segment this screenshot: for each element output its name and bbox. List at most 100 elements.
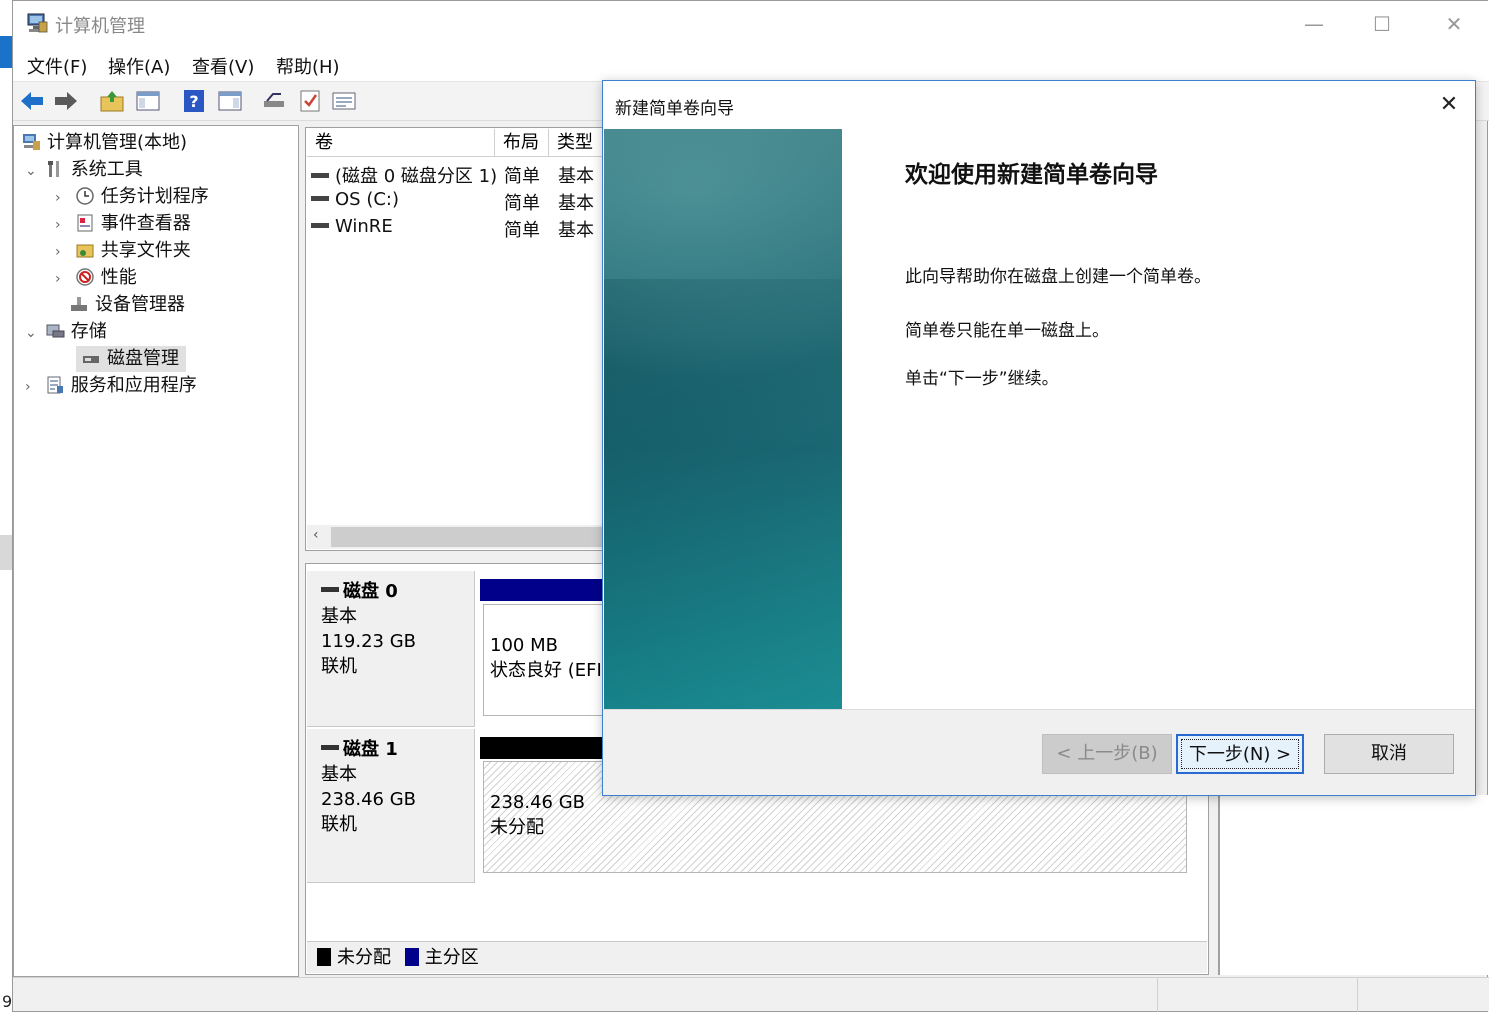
tree-label: 事件查看器 [100, 213, 191, 234]
partition-primary-bar [480, 579, 610, 601]
table-row[interactable]: OS (C:) [311, 189, 399, 210]
tree-item-services-apps[interactable]: › 服务和应用程序 [25, 373, 197, 399]
disk-size: 119.23 GB [321, 631, 417, 652]
action-pane [1218, 795, 1488, 975]
maximize-button[interactable]: ☐ [1359, 9, 1405, 39]
tree-item-event-viewer[interactable]: › 事件查看器 [55, 211, 191, 237]
computer-management-icon [23, 134, 40, 150]
partition-efi[interactable]: 100 MB 状态良好 (EFI [483, 604, 608, 716]
volume-icon [311, 173, 329, 178]
tree-item-system-tools[interactable]: ⌄ 系统工具 [25, 157, 143, 183]
status-separator [1357, 978, 1358, 1012]
chevron-right-icon[interactable]: › [55, 212, 69, 238]
partition-size: 100 MB [490, 635, 558, 656]
help-icon[interactable]: ? [181, 89, 207, 113]
table-cell-type: 基本 [558, 220, 594, 241]
tree-item-disk-management[interactable]: 磁盘管理 [81, 346, 179, 372]
performance-icon [75, 268, 94, 286]
table-cell-layout: 简单 [504, 193, 540, 214]
forward-arrow-icon[interactable] [53, 89, 79, 113]
chevron-right-icon[interactable]: › [55, 185, 69, 211]
wizard-description-2: 简单卷只能在单一磁盘上。 [905, 321, 1109, 341]
partition-unallocated-bar [480, 737, 610, 759]
volume-icon [311, 223, 329, 228]
tree-label: 存储 [70, 321, 107, 342]
disk-management-icon [83, 356, 99, 363]
column-header-layout[interactable]: 布局 [495, 129, 549, 157]
minimize-button[interactable]: — [1291, 9, 1337, 39]
close-button[interactable]: ✕ [1431, 9, 1477, 39]
wizard-heading: 欢迎使用新建简单卷向导 [905, 162, 1158, 188]
desktop-number: 9 [2, 992, 13, 1011]
wizard-close-button[interactable]: ✕ [1429, 89, 1469, 121]
wizard-description-3: 单击“下一步”继续。 [905, 369, 1059, 389]
menu-help[interactable]: 帮助(H) [276, 53, 340, 79]
chevron-right-icon[interactable]: › [55, 266, 69, 292]
disk-icon [321, 745, 339, 750]
menu-action[interactable]: 操作(A) [108, 53, 170, 79]
chevron-down-icon[interactable]: ⌄ [25, 158, 39, 184]
tree-label: 性能 [100, 267, 137, 288]
tools-icon [47, 161, 59, 177]
window-title: 计算机管理 [55, 16, 145, 37]
tree-item-storage[interactable]: ⌄ 存储 [25, 319, 107, 345]
services-icon [47, 376, 63, 394]
cancel-button[interactable]: 取消 [1324, 734, 1454, 774]
legend: 未分配 主分区 [307, 941, 1207, 973]
chevron-right-icon[interactable]: › [25, 374, 39, 400]
column-header-type[interactable]: 类型 [549, 129, 605, 157]
new-simple-volume-wizard: 新建简单卷向导 ✕ 欢迎使用新建简单卷向导 此向导帮助你在磁盘上创建一个简单卷。… [602, 80, 1476, 796]
table-row[interactable]: (磁盘 0 磁盘分区 1) [311, 162, 497, 188]
tree-item-device-manager[interactable]: 设备管理器 [69, 292, 185, 318]
desktop-window-sliver [0, 36, 12, 68]
tree-label: 任务计划程序 [100, 186, 209, 207]
check-icon[interactable] [297, 89, 323, 113]
tree-item-performance[interactable]: › 性能 [55, 265, 137, 291]
horizontal-scrollbar[interactable]: ‹ [307, 525, 607, 549]
tree-item-shared-folders[interactable]: › 共享文件夹 [55, 238, 191, 264]
tree-label: 设备管理器 [95, 294, 185, 315]
folder-up-icon[interactable] [99, 89, 125, 113]
volume-icon [311, 196, 329, 201]
disk-0-info[interactable]: 磁盘 0 基本 119.23 GB 联机 [307, 571, 475, 727]
menu-file[interactable]: 文件(F) [27, 53, 87, 79]
svg-text:?: ? [189, 92, 198, 111]
wizard-banner-image [604, 129, 842, 709]
disk-type: 基本 [321, 764, 357, 785]
legend-primary: 主分区 [424, 947, 479, 968]
scroll-left-icon[interactable]: ‹ [313, 527, 319, 543]
table-row[interactable]: WinRE [311, 216, 393, 237]
back-arrow-icon[interactable] [19, 89, 45, 113]
show-hide-console-icon[interactable] [135, 89, 161, 113]
computer-management-icon [27, 13, 48, 33]
event-log-icon [77, 214, 93, 232]
scrollbar-thumb[interactable] [331, 527, 607, 547]
tree-item-root[interactable]: 计算机管理(本地) [21, 130, 187, 156]
wizard-title-bar[interactable]: 新建简单卷向导 ✕ [603, 81, 1475, 127]
storage-icon [46, 324, 65, 338]
status-bar [13, 977, 1489, 1012]
wizard-title: 新建简单卷向导 [615, 99, 734, 119]
disk-status: 联机 [321, 656, 357, 677]
table-cell-layout: 简单 [504, 166, 540, 187]
connect-icon[interactable] [261, 89, 287, 113]
title-bar[interactable]: 计算机管理 — ☐ ✕ [13, 1, 1489, 47]
show-hide-action-pane-icon[interactable] [217, 89, 243, 113]
chevron-right-icon[interactable]: › [55, 239, 69, 265]
desktop-gray-sliver [0, 535, 12, 570]
tree-label: 共享文件夹 [100, 240, 191, 261]
tree-label: 磁盘管理 [107, 348, 179, 369]
next-button[interactable]: 下一步(N) > [1176, 734, 1304, 774]
properties-icon[interactable] [331, 89, 357, 113]
menu-view[interactable]: 查看(V) [192, 53, 254, 79]
disk-type: 基本 [321, 606, 357, 627]
back-button[interactable]: < 上一步(B) [1042, 734, 1172, 774]
disk-1-info[interactable]: 磁盘 1 基本 238.46 GB 联机 [307, 729, 475, 883]
legend-primary-swatch [404, 948, 419, 966]
chevron-down-icon[interactable]: ⌄ [25, 320, 39, 346]
legend-unallocated-swatch [317, 948, 331, 966]
shared-folder-icon [76, 244, 94, 258]
tree-item-task-scheduler[interactable]: › 任务计划程序 [55, 184, 209, 210]
clock-icon [75, 187, 94, 205]
column-header-volume[interactable]: 卷 [307, 129, 495, 157]
